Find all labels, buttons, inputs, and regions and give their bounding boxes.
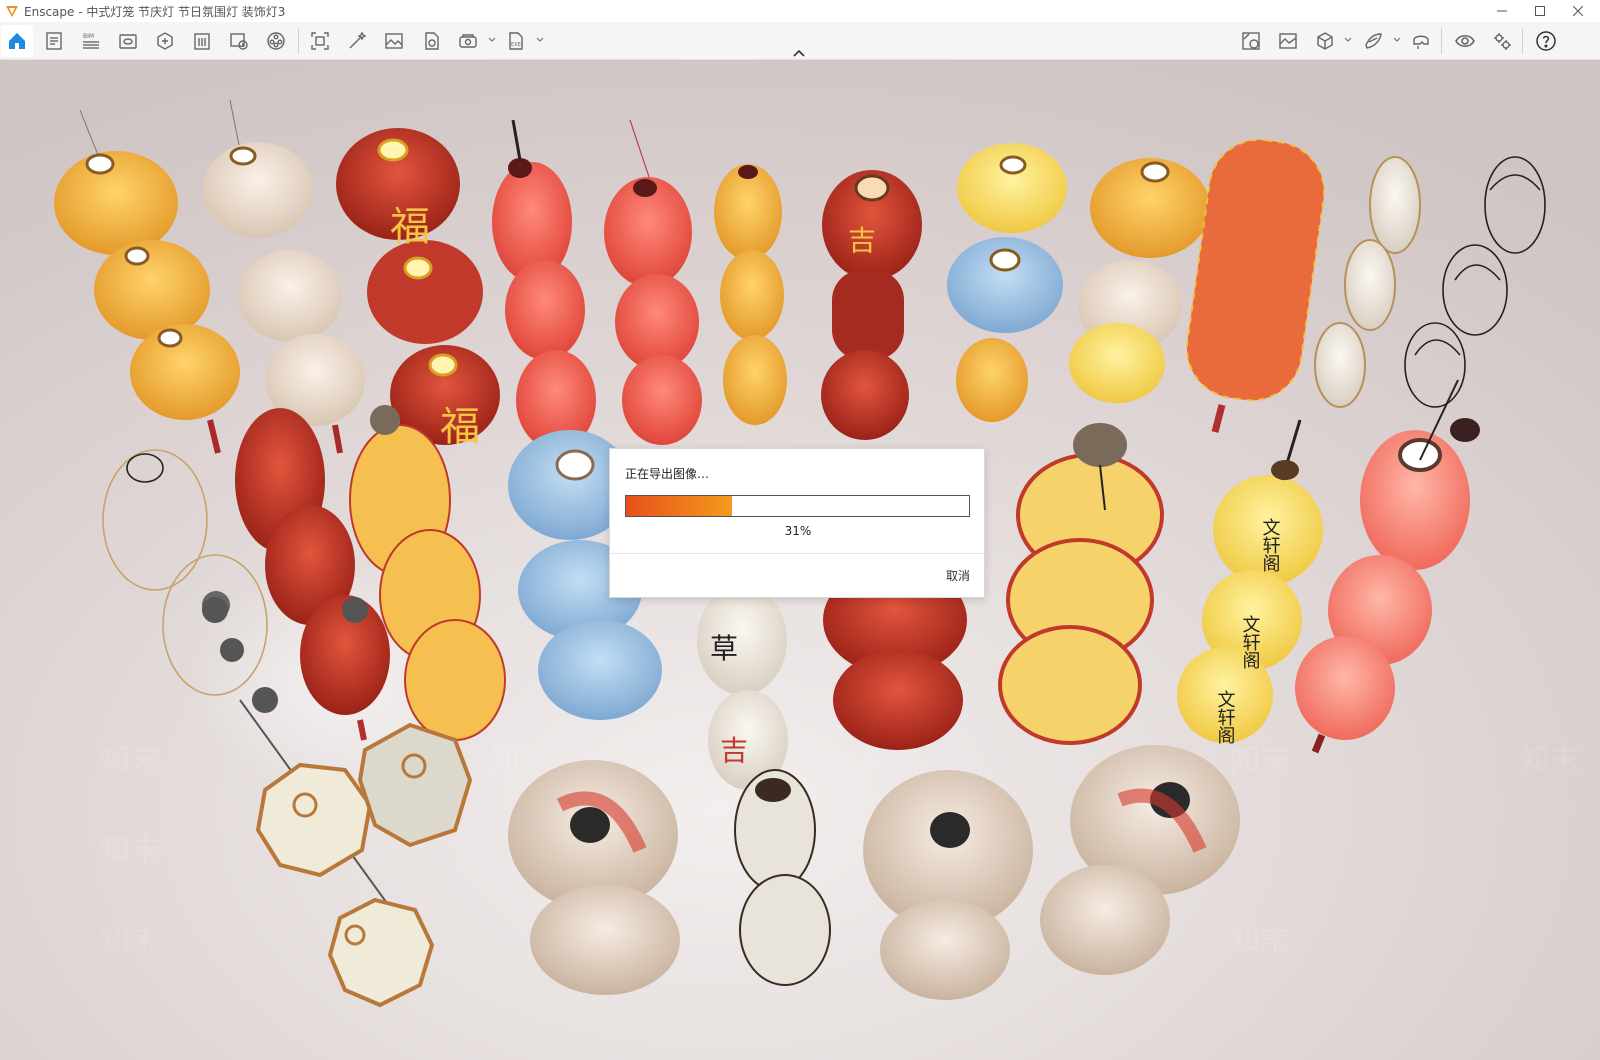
visual-settings-icon (230, 33, 248, 50)
ji-character-2: 吉 (720, 734, 748, 767)
capture-button[interactable] (304, 25, 336, 57)
layers-button[interactable] (1357, 25, 1389, 57)
eye-icon (1455, 34, 1475, 48)
maximize-icon (1535, 6, 1545, 16)
toolbar-separator-help (1522, 28, 1523, 54)
watermark-text: 知末 (1230, 923, 1290, 958)
watermark-text: 知末 (1520, 743, 1580, 778)
gallery-button[interactable] (1272, 25, 1304, 57)
document-icon (46, 32, 62, 50)
capture-icon (311, 32, 329, 50)
exe-export-button[interactable]: EXE (499, 25, 531, 57)
watermark-text: 知末 (490, 743, 550, 778)
building-button[interactable] (186, 25, 218, 57)
video-icon (267, 32, 285, 50)
close-icon (1573, 6, 1583, 16)
ji-character: 吉 (848, 224, 876, 257)
cao-character: 草 (710, 632, 738, 665)
panorama-button[interactable] (452, 25, 484, 57)
toolbar-separator-right (1441, 28, 1442, 54)
minimize-button[interactable] (1482, 0, 1522, 22)
eye-button[interactable] (1449, 25, 1481, 57)
cancel-button[interactable]: 取消 (946, 567, 970, 584)
gallery-icon (1279, 33, 1297, 49)
panorama-icon (459, 34, 477, 48)
layers-dropdown-icon[interactable] (1392, 35, 1402, 45)
watermark-text: 知末 (100, 743, 160, 778)
building-icon (194, 33, 210, 50)
materials-icon (1242, 32, 1260, 50)
fu-character: 福 (440, 404, 480, 450)
view-button[interactable] (112, 25, 144, 57)
wenxuan-text: 文轩阁 (1215, 690, 1236, 745)
help-icon (1536, 31, 1556, 51)
bim-icon: BIM (83, 33, 99, 49)
wenxuan-text: 文轩阁 (1240, 615, 1261, 670)
progress-fill (626, 496, 733, 516)
magic-wand-button[interactable] (341, 25, 373, 57)
document-button[interactable] (38, 25, 70, 57)
watermark-text: 知末 (100, 923, 160, 958)
home-icon (9, 33, 25, 49)
settings-button[interactable] (1486, 25, 1518, 57)
help-button[interactable] (1530, 25, 1562, 57)
lantern-gold-slim (714, 164, 787, 425)
vr-headset-button[interactable] (1405, 25, 1437, 57)
asset-icon (157, 32, 173, 50)
materials-button[interactable] (1235, 25, 1267, 57)
watermark-text: 知末 (100, 833, 160, 868)
visual-settings-button[interactable] (223, 25, 255, 57)
export-progress-bar (625, 495, 970, 517)
dialog-title: 正在导出图像… (625, 467, 710, 481)
export-dropdown-icon[interactable] (535, 35, 545, 45)
bim-button[interactable]: BIM (75, 25, 107, 57)
enscape-logo-icon (6, 6, 18, 17)
batch-render-button[interactable] (415, 25, 447, 57)
view-icon (119, 34, 137, 49)
svg-text:BIM: BIM (83, 33, 94, 40)
magic-wand-icon (349, 31, 367, 49)
maximize-button[interactable] (1520, 0, 1560, 22)
image-button[interactable] (378, 25, 410, 57)
batch-icon (425, 32, 439, 50)
export-progress-dialog: 正在导出图像… 31% 取消 (609, 448, 985, 598)
progress-percent: 31% (784, 524, 812, 538)
fu-character: 福 (390, 204, 430, 250)
vr-headset-icon (1413, 35, 1429, 49)
render-viewport[interactable]: 知末 知末 知末 知末 知末 知末 知末 知末 福 福 吉 草 吉 文轩阁 文轩… (0, 60, 1600, 1060)
asset-library-button[interactable] (149, 25, 181, 57)
settings-icon (1494, 33, 1511, 50)
panorama-dropdown-icon[interactable] (487, 35, 497, 45)
cube-button[interactable] (1309, 25, 1341, 57)
cube-icon (1317, 32, 1333, 50)
dialog-separator (610, 553, 984, 554)
svg-text:EXE: EXE (511, 42, 521, 48)
exe-export-icon: EXE (509, 32, 523, 50)
video-button[interactable] (260, 25, 292, 57)
close-button[interactable] (1558, 0, 1598, 22)
cube-dropdown-icon[interactable] (1343, 35, 1353, 45)
window-title: Enscape - 中式灯笼 节庆灯 节日氛围灯 装饰灯3 (24, 4, 286, 19)
collapse-toolbar-icon[interactable] (790, 48, 808, 60)
title-bar: Enscape - 中式灯笼 节庆灯 节日氛围灯 装饰灯3 (0, 0, 1600, 22)
home-button[interactable] (1, 25, 33, 57)
wenxuan-text: 文轩阁 (1260, 518, 1281, 573)
watermark-text: 知末 (1230, 743, 1290, 778)
layers-icon (1365, 33, 1382, 49)
image-icon (385, 33, 403, 49)
toolbar-separator (298, 28, 299, 54)
minimize-icon (1497, 10, 1507, 12)
